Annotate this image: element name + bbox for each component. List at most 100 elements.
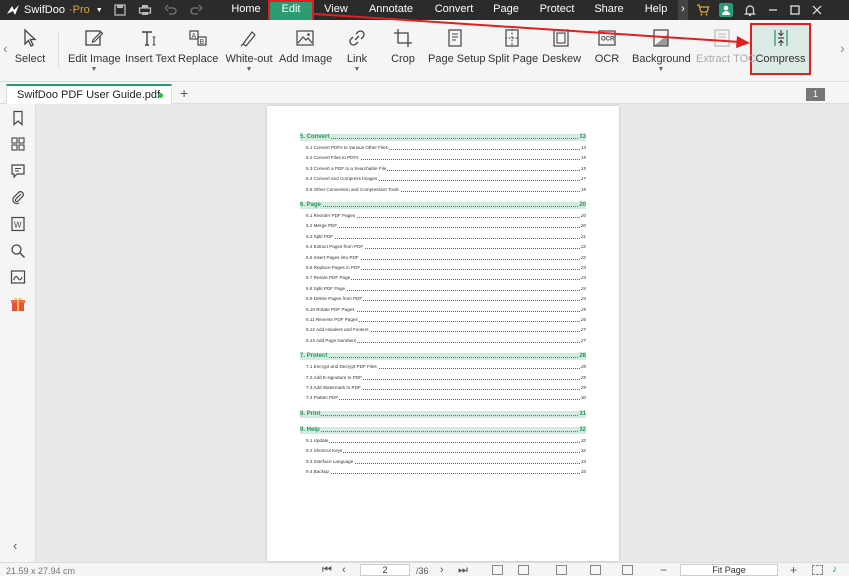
attachment-icon[interactable]	[10, 190, 26, 206]
minimize-icon[interactable]	[766, 3, 780, 17]
shopping-cart-icon[interactable]	[696, 3, 710, 17]
last-page-icon[interactable]: ⏭	[458, 564, 468, 576]
toc-section-row[interactable]: 5. Convert 13	[300, 134, 586, 141]
toc-section-row[interactable]: 8. Print 31	[300, 410, 586, 418]
menu-view[interactable]: View	[316, 0, 356, 20]
menu-protect[interactable]: Protect	[534, 0, 580, 20]
toc-item-row[interactable]: 6.1 Reorder PDF Pages 20	[306, 213, 586, 219]
toc-item-row[interactable]: 7.2 Add E-signature to PDF 29	[306, 374, 586, 381]
toc-item-row[interactable]: 6.3 Split PDF 21	[306, 233, 586, 240]
edit-image-button[interactable]: Edit Image ▼	[68, 26, 121, 78]
white-out-caret-icon[interactable]: ▼	[224, 66, 274, 73]
toc-item-row[interactable]: 6.12 Add Headers and Footers 27	[306, 327, 586, 334]
toc-item-row[interactable]: 7.1 Encrypt and Decrypt PDF Files 28	[306, 364, 586, 371]
toc-item-row[interactable]: 6.2 Merge PDF 20	[306, 223, 586, 230]
toc-section-row[interactable]: 6. Page 20	[300, 202, 586, 209]
app-brand[interactable]: SwifDoo ·Pro ▼	[6, 3, 103, 17]
view-mode-icon[interactable]	[556, 565, 567, 575]
add-image-button[interactable]: Add Image	[279, 26, 332, 78]
toc-item-row[interactable]: 9.4 Backup 33	[306, 469, 586, 475]
reading-mode-icon[interactable]: ♪	[832, 564, 837, 575]
toc-item-row[interactable]: 6.4 Extract Pages from PDF 22	[306, 244, 586, 251]
page-layout-icon[interactable]	[590, 565, 601, 575]
maximize-icon[interactable]	[788, 3, 802, 17]
next-page-icon[interactable]: ›	[440, 564, 444, 576]
gift-icon[interactable]	[10, 296, 26, 312]
bookmark-icon[interactable]	[10, 110, 26, 126]
previous-page-icon[interactable]: ‹	[342, 564, 346, 576]
background-caret-icon[interactable]: ▼	[632, 66, 690, 73]
thumbnails-icon[interactable]	[10, 136, 26, 152]
ocr-button[interactable]: OCR OCR	[592, 26, 622, 78]
toc-item-row[interactable]: 5.4 Convert and Compress Images 17	[306, 176, 586, 183]
ribbon-scroll-left-icon[interactable]: ‹	[3, 40, 8, 56]
toc-item-row[interactable]: 9.3 Interface Language 33	[306, 458, 586, 465]
toc-leader-dots	[306, 473, 586, 474]
toc-item-row[interactable]: 9.1 Update 32	[306, 437, 586, 444]
back-view-icon[interactable]	[492, 565, 503, 575]
menu-share[interactable]: Share	[588, 0, 630, 20]
toc-item-row[interactable]: 6.7 Resize PDF Page 23	[306, 275, 586, 282]
extract-toc-button[interactable]: Extract TOC	[696, 26, 756, 78]
link-caret-icon[interactable]: ▼	[340, 66, 374, 73]
toc-item-row[interactable]: 6.9 Delete Pages from PDF 24	[306, 296, 586, 303]
signature-icon[interactable]	[10, 269, 26, 285]
white-out-button[interactable]: White-out ▼	[224, 26, 274, 78]
fullscreen-icon[interactable]	[812, 565, 823, 575]
page-setup-button[interactable]: Page Setup	[428, 26, 486, 78]
background-button[interactable]: Background ▼	[632, 26, 691, 78]
close-icon[interactable]	[810, 3, 824, 17]
zoom-level-select[interactable]: Fit Page	[680, 564, 778, 576]
save-icon[interactable]	[113, 3, 127, 17]
notification-bell-icon[interactable]	[743, 3, 757, 17]
toc-item-row[interactable]: 5.2 Convert Files to PDFs 15	[306, 155, 586, 162]
menu-home[interactable]: Home	[224, 0, 268, 20]
add-tab-icon[interactable]: +	[180, 85, 188, 101]
redo-icon[interactable]	[189, 3, 203, 17]
toc-item-row[interactable]: 7.3 Add Watermark to PDF 29	[306, 385, 586, 391]
search-icon[interactable]	[10, 243, 26, 259]
rotate-view-icon[interactable]	[622, 565, 633, 575]
toc-item-row[interactable]: 6.8 Split PDF Page 24	[306, 285, 586, 292]
collapse-sidebar-chevron-icon[interactable]: ‹	[13, 538, 17, 553]
toc-item-row[interactable]: 9.2 Shortcut Keys 32	[306, 448, 586, 455]
menu-convert[interactable]: Convert	[428, 0, 480, 20]
crop-button[interactable]: Crop	[388, 26, 418, 78]
replace-button[interactable]: AB Replace	[178, 26, 218, 78]
split-page-button[interactable]: Split Page	[488, 26, 538, 78]
brand-menu-caret-icon[interactable]: ▼	[96, 7, 103, 14]
forward-view-icon[interactable]	[518, 565, 529, 575]
select-tool-button[interactable]: Select	[12, 26, 48, 78]
menu-help[interactable]: Help	[638, 0, 674, 20]
menu-page[interactable]: Page	[488, 0, 524, 20]
first-page-icon[interactable]: ⏮	[322, 564, 332, 576]
document-tab[interactable]: SwifDoo PDF User Guide.pdf	[6, 84, 172, 105]
user-avatar-icon[interactable]	[719, 3, 733, 17]
toc-item-row[interactable]: 5.5 Other Conversion and Compression Too…	[306, 186, 586, 193]
toc-item-row[interactable]: 6.10 Rotate PDF Pages 25	[306, 306, 586, 313]
toc-item-row[interactable]: 5.3 Convert a PDF to a Searchable File 15	[306, 165, 586, 172]
link-button[interactable]: Link ▼	[340, 26, 374, 78]
deskew-button[interactable]: Deskew	[542, 26, 581, 78]
ribbon-scroll-right-icon[interactable]: ›	[840, 40, 845, 56]
toc-section-row[interactable]: 9. Help 32	[300, 426, 586, 434]
edit-image-caret-icon[interactable]: ▼	[68, 66, 120, 73]
insert-text-button[interactable]: Insert Text	[125, 26, 176, 78]
toc-item-row[interactable]: 7.4 Flatten PDF 30	[306, 395, 586, 402]
toc-item-row[interactable]: 6.11 Reverse PDF Pages 26	[306, 317, 586, 323]
toc-section-row[interactable]: 7. Protect 28	[300, 353, 586, 361]
comments-icon[interactable]	[10, 163, 26, 179]
undo-icon[interactable]	[164, 3, 178, 17]
toc-item-row[interactable]: 6.5 Insert Pages into PDF 22	[306, 254, 586, 261]
print-icon[interactable]	[138, 3, 152, 17]
menu-more-chevron-icon[interactable]: ›	[678, 0, 688, 20]
compress-button[interactable]: Compress	[753, 26, 808, 78]
toc-item-row[interactable]: 5.1 Convert PDFs to Various Other Files 1…	[306, 145, 586, 151]
zoom-out-icon[interactable]: −	[660, 563, 667, 576]
menu-annotate[interactable]: Annotate	[362, 0, 420, 20]
current-page-input[interactable]: 2	[360, 564, 410, 576]
toc-item-row[interactable]: 6.13 Add Page Numbers 27	[306, 337, 586, 344]
zoom-in-icon[interactable]: +	[790, 563, 797, 576]
toc-item-row[interactable]: 6.6 Replace Pages in PDF 23	[306, 265, 586, 271]
word-count-icon[interactable]: W	[10, 216, 26, 232]
